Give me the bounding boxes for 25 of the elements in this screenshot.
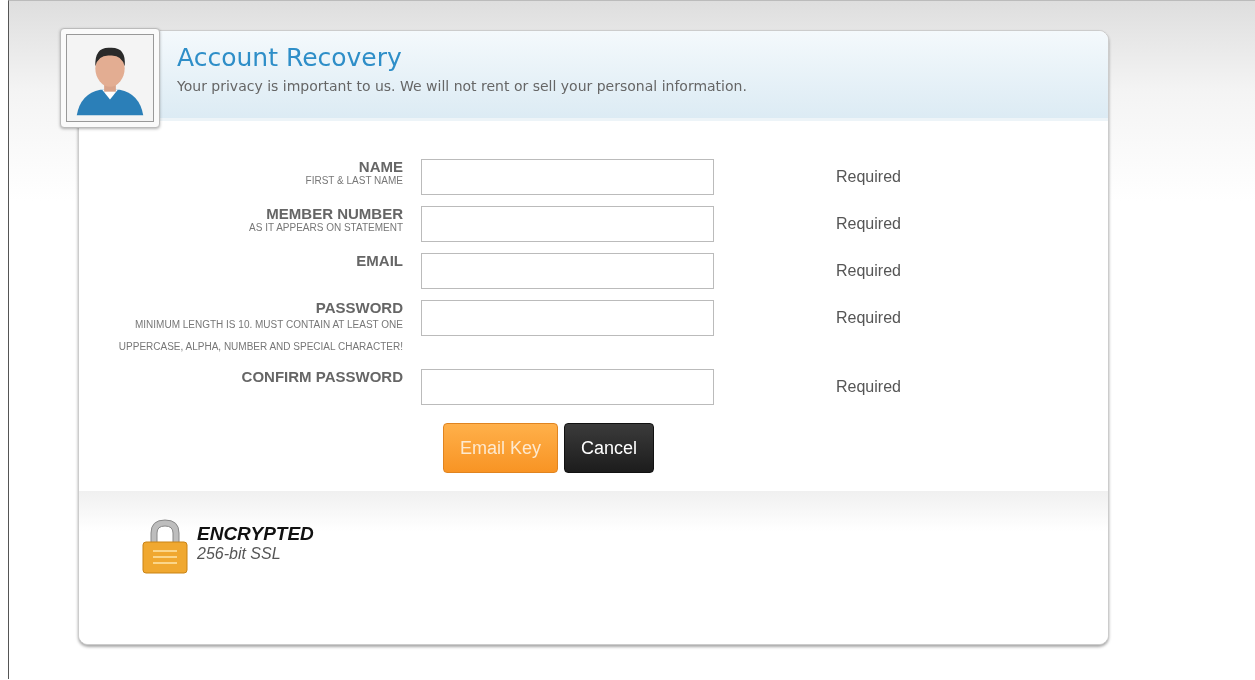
required-note: Required [835,308,902,328]
field-hint: FIRST & LAST NAME [305,175,403,187]
required-note: Required [835,261,902,281]
required-note: Required [835,167,902,187]
privacy-note: Your privacy is important to us. We will not rent or sell your personal information. [177,78,748,94]
required-note: Required [835,214,902,234]
field-label: CONFIRM PASSWORD [241,369,403,385]
field-label: MEMBER NUMBER [266,206,403,222]
page-title: Account Recovery [177,43,403,72]
ssl-label: 256-bit SSL [197,545,282,563]
cancel-button[interactable]: Cancel [564,423,655,473]
input-field[interactable] [421,159,714,195]
padlock-icon [139,517,191,575]
input-field[interactable] [421,300,714,336]
field-hint: AS IT APPEARS ON STATEMENT [249,222,403,234]
field-hint: MINIMUM LENGTH IS 10. MUST CONTAIN AT LEAST ONE UPPERCASE, ALPHA, NUMBER AND SPECIAL CHARACTER! [117,318,403,354]
user-avatar-icon [66,34,154,122]
field-label: EMAIL [356,253,403,269]
input-field[interactable] [421,369,714,405]
field-label: NAME [358,159,403,175]
field-label: PASSWORD [315,300,403,316]
input-field[interactable] [421,253,714,289]
required-note: Required [835,377,902,397]
input-field[interactable] [421,206,714,242]
encrypted-label: ENCRYPTED [197,523,314,545]
